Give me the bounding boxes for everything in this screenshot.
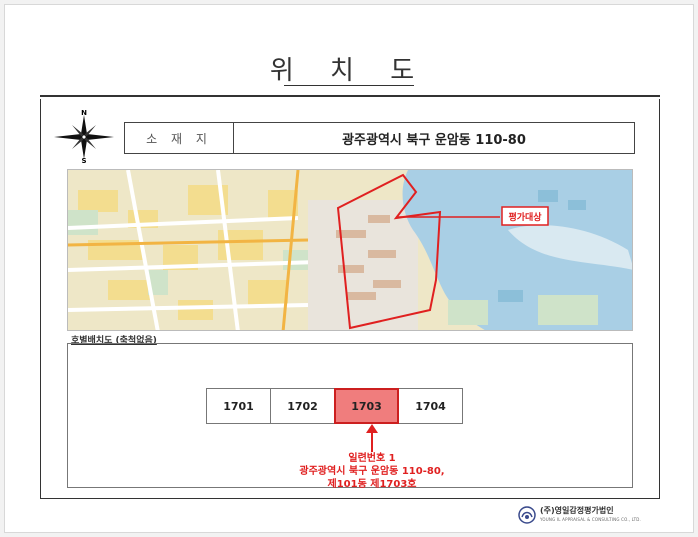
location-map: 평가대상 [67, 169, 633, 331]
annotation-line: 일련번호 1 [348, 453, 396, 464]
unit-cell-selected: 1703 [334, 388, 399, 424]
map-image: 평가대상 [68, 170, 632, 330]
arrow-shaft [371, 430, 373, 452]
unit-cell: 1702 [270, 388, 335, 424]
title-underline [284, 85, 414, 86]
annotation-line: 제101동 제1703호 [327, 479, 417, 490]
company-emblem-icon [518, 506, 536, 524]
company-subtitle: YOUNG IL APPRAISAL & CONSULTING CO., LTD… [540, 517, 642, 522]
compass-icon: N S [54, 109, 114, 164]
location-box: 소 재 지 광주광역시 북구 운암동 110-80 [124, 122, 635, 154]
unit-cell: 1704 [398, 388, 463, 424]
unit-annotation: 일련번호 1 광주광역시 북구 운암동 110-80, 제101동 제1703호 [230, 452, 514, 491]
unit-row: 1701 1702 1703 1704 [206, 388, 463, 424]
compass-north-label: N [81, 109, 87, 117]
annotation-line: 광주광역시 북구 운암동 110-80, [299, 466, 445, 477]
location-address: 광주광역시 북구 운암동 110-80 [342, 132, 526, 148]
frame-top-rule [40, 95, 660, 97]
unit-cell: 1701 [206, 388, 271, 424]
company-logo: (주)영일감정평가법인 YOUNG IL APPRAISAL & CONSULT… [518, 506, 641, 524]
location-label: 소 재 지 [125, 123, 234, 153]
company-name: (주)영일감정평가법인 [540, 506, 614, 515]
target-label: 평가대상 [508, 211, 542, 223]
page-title: 위 치 도 [269, 56, 429, 86]
compass-south-label: S [81, 157, 86, 164]
